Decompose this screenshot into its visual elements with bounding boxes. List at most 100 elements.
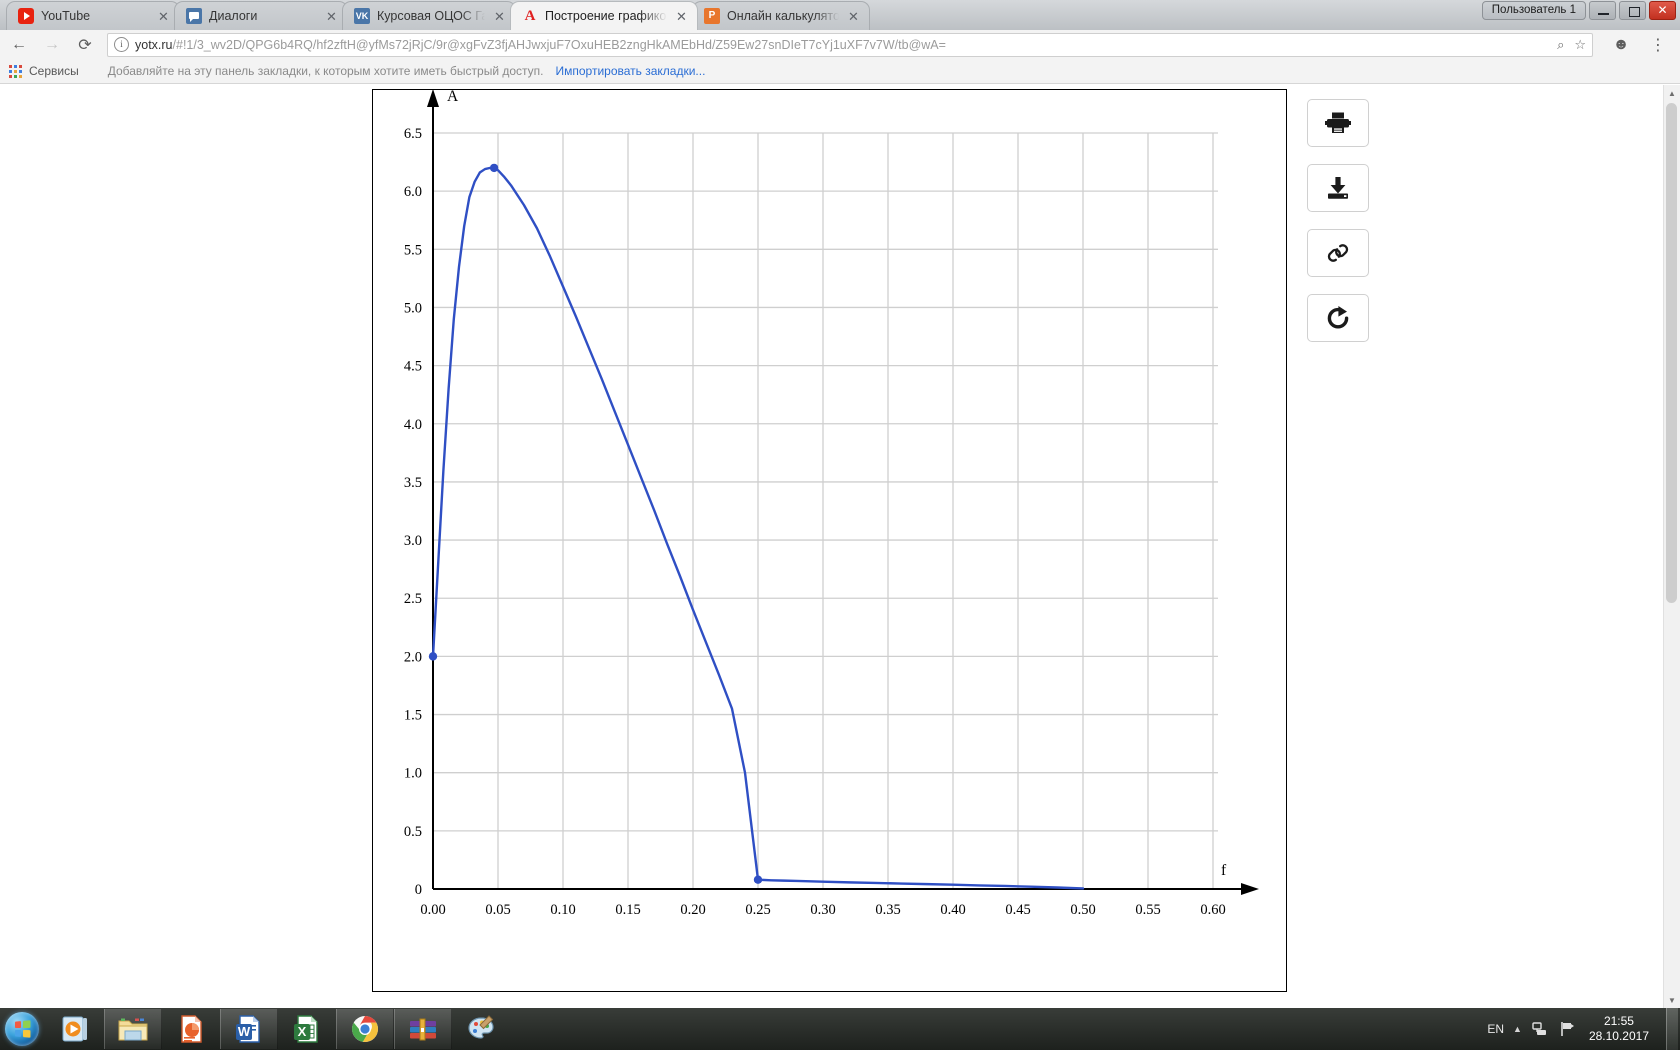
taskbar-item-word[interactable]: W (220, 1009, 278, 1049)
back-icon[interactable]: ← (5, 33, 33, 57)
svg-text:4.0: 4.0 (404, 417, 422, 433)
bookmark-star-icon[interactable]: ☆ (1574, 37, 1586, 53)
page-content: 0.00 0.05 0.10 0.15 0.20 0.25 0.30 0.35 0.40 0.45… (0, 85, 1680, 1008)
svg-text:3.5: 3.5 (404, 475, 422, 491)
tab-title: Курсовая ОЦОС Гайсанюк (377, 9, 485, 23)
print-button[interactable] (1307, 99, 1369, 147)
svg-text:0.00: 0.00 (420, 902, 445, 918)
zoom-icon[interactable]: ⌕ (1557, 37, 1564, 53)
svg-text:0.25: 0.25 (745, 902, 770, 918)
svg-text:f: f (1221, 862, 1227, 879)
browser-toolbar: ← → ⟳ i yotx.ru/#!1/3_wv2D/QPG6b4RQ/hf2z… (0, 30, 1680, 60)
svg-text:3.0: 3.0 (404, 533, 422, 549)
language-indicator[interactable]: EN (1487, 1022, 1504, 1036)
tab-close-icon[interactable]: ✕ (492, 9, 507, 24)
tab-close-icon[interactable]: ✕ (324, 9, 339, 24)
chart-data-point (428, 652, 438, 661)
svg-text:0.10: 0.10 (550, 902, 575, 918)
browser-tab-vk-coursework[interactable]: VK Курсовая ОЦОС Гайсанюк ✕ (342, 1, 516, 30)
scroll-down-arrow-icon[interactable]: ▼ (1664, 992, 1680, 1008)
yotx-icon: A (524, 8, 536, 24)
graph-tool-panel (1307, 99, 1371, 342)
chrome-menu-icon[interactable]: ⋮ (1644, 33, 1672, 57)
user-profile-chip[interactable]: Пользователь 1 (1481, 1, 1586, 20)
svg-text:X: X (298, 1024, 307, 1039)
browser-tab-dialogi[interactable]: Диалоги ✕ (174, 1, 348, 30)
svg-text:0.60: 0.60 (1200, 902, 1225, 918)
clock-date: 28.10.2017 (1588, 1029, 1649, 1043)
close-button[interactable]: ✕ (1649, 1, 1676, 20)
start-button[interactable] (0, 1009, 44, 1049)
windows-logo-icon (5, 1012, 39, 1046)
taskbar-item-chrome[interactable] (336, 1009, 394, 1049)
graph-canvas[interactable]: 0.00 0.05 0.10 0.15 0.20 0.25 0.30 0.35 0.40 0.45… (372, 88, 1287, 992)
tab-close-icon[interactable]: ✕ (846, 9, 861, 24)
url-host: yotx.ru (135, 37, 173, 52)
svg-text:0: 0 (415, 882, 422, 898)
taskbar-item-paint[interactable] (452, 1009, 510, 1049)
show-hidden-icons-icon[interactable]: ▲ (1513, 1024, 1522, 1034)
browser-tab-online-calculator[interactable]: P Онлайн калькулятор: Обр ✕ (692, 1, 870, 30)
tab-close-icon[interactable]: ✕ (674, 9, 689, 24)
windows-taskbar: W X EN ▲ 21:55 28.10.2017 (0, 1008, 1680, 1050)
excel-icon: X (291, 1013, 323, 1045)
taskbar-item-media-player[interactable] (46, 1009, 104, 1049)
url-path: /#!1/3_wv2D/QPG6b4RQ/hf2zftH@yfMs72jRjC/… (172, 37, 946, 52)
svg-text:A: A (447, 90, 459, 105)
show-desktop-button[interactable] (1666, 1008, 1678, 1050)
link-button[interactable] (1307, 229, 1369, 277)
svg-text:0.5: 0.5 (404, 824, 422, 840)
minimize-button[interactable] (1589, 1, 1616, 20)
svg-text:6.0: 6.0 (404, 184, 422, 200)
taskbar-item-winrar[interactable] (394, 1009, 452, 1049)
download-icon (1328, 177, 1348, 199)
profile-icon[interactable]: ☻ (1607, 33, 1635, 57)
site-info-icon[interactable]: i (114, 37, 129, 52)
bookmark-services-label[interactable]: Сервисы (29, 64, 79, 78)
page-vertical-scrollbar[interactable]: ▲ ▼ (1663, 85, 1680, 1008)
apps-grid-icon[interactable] (9, 64, 22, 78)
svg-text:5.5: 5.5 (404, 242, 422, 258)
svg-text:0.05: 0.05 (485, 902, 510, 918)
youtube-icon (18, 8, 34, 24)
svg-text:2.0: 2.0 (404, 649, 422, 665)
clock[interactable]: 21:55 28.10.2017 (1585, 1014, 1657, 1044)
desktop-root: YouTube ✕ Диалоги ✕ VK Курсовая ОЦОС Гай… (0, 0, 1680, 1050)
chart-series (428, 163, 1085, 890)
scroll-up-arrow-icon[interactable]: ▲ (1664, 85, 1680, 101)
scrollbar-thumb[interactable] (1666, 103, 1677, 603)
svg-text:W: W (238, 1024, 251, 1039)
taskbar-item-powerpoint[interactable] (162, 1009, 220, 1049)
address-bar[interactable]: i yotx.ru/#!1/3_wv2D/QPG6b4RQ/hf2zftH@yf… (107, 32, 1593, 57)
share-button[interactable] (1307, 294, 1369, 342)
browser-tab-yotx-graphs[interactable]: A Построение графиков фун ✕ (510, 1, 698, 30)
chart-axes (427, 89, 1259, 895)
media-player-icon (59, 1013, 91, 1045)
action-center-flag-icon[interactable] (1558, 1020, 1576, 1038)
clock-time: 21:55 (1603, 1014, 1634, 1028)
chart-svg: 0.00 0.05 0.10 0.15 0.20 0.25 0.30 0.35 0.40 0.45… (404, 88, 1259, 918)
browser-tab-youtube[interactable]: YouTube ✕ (6, 1, 180, 30)
taskbar-item-excel[interactable]: X (278, 1009, 336, 1049)
svg-text:0.30: 0.30 (810, 902, 835, 918)
svg-text:5.0: 5.0 (404, 300, 422, 316)
system-tray: EN ▲ 21:55 28.10.2017 (1487, 1008, 1680, 1050)
network-icon[interactable] (1531, 1020, 1549, 1038)
chart-axis-names: Af (447, 88, 1227, 879)
import-bookmarks-link[interactable]: Импортировать закладки... (556, 64, 706, 78)
taskbar-item-file-explorer[interactable] (104, 1009, 162, 1049)
tab-close-icon[interactable]: ✕ (156, 9, 171, 24)
forward-icon[interactable]: → (38, 33, 66, 57)
share-arrow-icon (1327, 306, 1349, 329)
download-button[interactable] (1307, 164, 1369, 212)
svg-text:6.5: 6.5 (404, 126, 422, 142)
taskbar-app-list: W X (46, 1009, 510, 1049)
maximize-button[interactable] (1619, 1, 1646, 20)
paint-icon (465, 1013, 497, 1045)
chart-gridlines (433, 132, 1218, 889)
word-icon: W (233, 1013, 265, 1045)
reload-icon[interactable]: ⟳ (71, 33, 99, 57)
svg-text:1.0: 1.0 (404, 766, 422, 782)
file-explorer-icon (117, 1013, 149, 1045)
svg-text:0.45: 0.45 (1005, 902, 1030, 918)
